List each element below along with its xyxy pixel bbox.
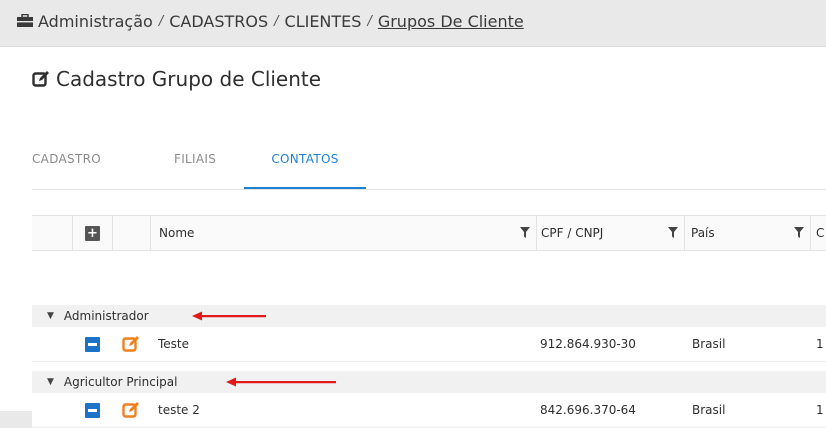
plus-icon[interactable]: + <box>85 225 100 241</box>
breadcrumb-item-clientes[interactable]: CLIENTES <box>285 12 362 31</box>
grid-header: + Nome CPF / CNPJ País C <box>32 215 826 251</box>
main-card: Cadastro Grupo de Cliente CADASTRO FILIA… <box>0 46 826 428</box>
edit-icon[interactable] <box>122 401 140 419</box>
column-header-cpf[interactable]: CPF / CNPJ <box>536 216 684 250</box>
group-row[interactable]: ▼ Agricultor Principal <box>32 371 826 393</box>
add-cell: + <box>72 216 112 250</box>
column-header-pais[interactable]: País <box>684 216 810 250</box>
edit-cell <box>112 327 150 361</box>
edit-cell <box>112 393 150 427</box>
cell-cpf: 842.696.370-64 <box>540 403 636 417</box>
minus-icon[interactable] <box>84 336 100 352</box>
filter-icon[interactable] <box>794 227 804 238</box>
group-cell: ▼ Agricultor Principal <box>32 371 177 393</box>
cell-nome: teste 2 <box>158 403 200 417</box>
table-row[interactable]: Teste 912.864.930-30 Brasil 1 <box>32 327 826 362</box>
breadcrumb: Administração / CADASTROS / CLIENTES / G… <box>0 0 826 42</box>
column-header-label: Nome <box>159 226 195 240</box>
edit-icon[interactable] <box>122 335 140 353</box>
breadcrumb-separator: / <box>158 13 164 29</box>
filter-icon[interactable] <box>520 227 530 238</box>
breadcrumb-item-cadastros[interactable]: CADASTROS <box>169 12 268 31</box>
tab-filiais[interactable]: FILIAIS <box>174 147 234 188</box>
cell-pais: Brasil <box>692 403 726 417</box>
breadcrumb-item-grupos-de-cliente[interactable]: Grupos De Cliente <box>378 12 524 31</box>
header-spacer <box>32 216 72 250</box>
table-row[interactable]: teste 2 842.696.370-64 Brasil 1 <box>32 393 826 428</box>
column-header-nome[interactable]: Nome <box>150 216 536 250</box>
minus-icon[interactable] <box>84 402 100 418</box>
breadcrumb-item-administracao[interactable]: Administração <box>38 12 153 31</box>
cell-cpf: 912.864.930-30 <box>540 337 636 351</box>
group-label: Agricultor Principal <box>63 375 178 389</box>
filter-icon[interactable] <box>668 227 678 238</box>
column-header-label: CPF / CNPJ <box>541 226 604 240</box>
remove-cell <box>72 327 112 361</box>
column-header-label: País <box>691 226 715 240</box>
header-spacer <box>112 216 150 250</box>
cell-pais: Brasil <box>692 337 726 351</box>
caret-down-icon[interactable]: ▼ <box>47 377 54 387</box>
breadcrumb-separator: / <box>274 13 279 29</box>
cell-extra: 1 <box>816 403 824 417</box>
remove-cell <box>72 393 112 427</box>
arrow-left-icon <box>192 311 266 321</box>
page-title: Cadastro Grupo de Cliente <box>32 67 321 91</box>
briefcase-icon <box>17 14 33 27</box>
cell-nome: Teste <box>158 337 190 351</box>
breadcrumb-separator: / <box>367 13 372 29</box>
tab-cadastro[interactable]: CADASTRO <box>32 147 142 188</box>
group-cell: ▼ Administrador <box>32 305 149 327</box>
tab-contatos[interactable]: CONTATOS <box>244 147 366 189</box>
arrow-left-icon <box>226 377 336 387</box>
group-row[interactable]: ▼ Administrador <box>32 305 826 327</box>
column-header-extra[interactable]: C <box>810 216 826 250</box>
page-title-text: Cadastro Grupo de Cliente <box>56 67 322 91</box>
cell-extra: 1 <box>816 337 824 351</box>
caret-down-icon[interactable]: ▼ <box>47 311 54 321</box>
edit-icon <box>32 71 49 87</box>
tab-bar: CADASTRO FILIAIS CONTATOS <box>32 147 826 190</box>
group-label: Administrador <box>63 309 149 323</box>
column-header-label: C <box>816 226 825 240</box>
